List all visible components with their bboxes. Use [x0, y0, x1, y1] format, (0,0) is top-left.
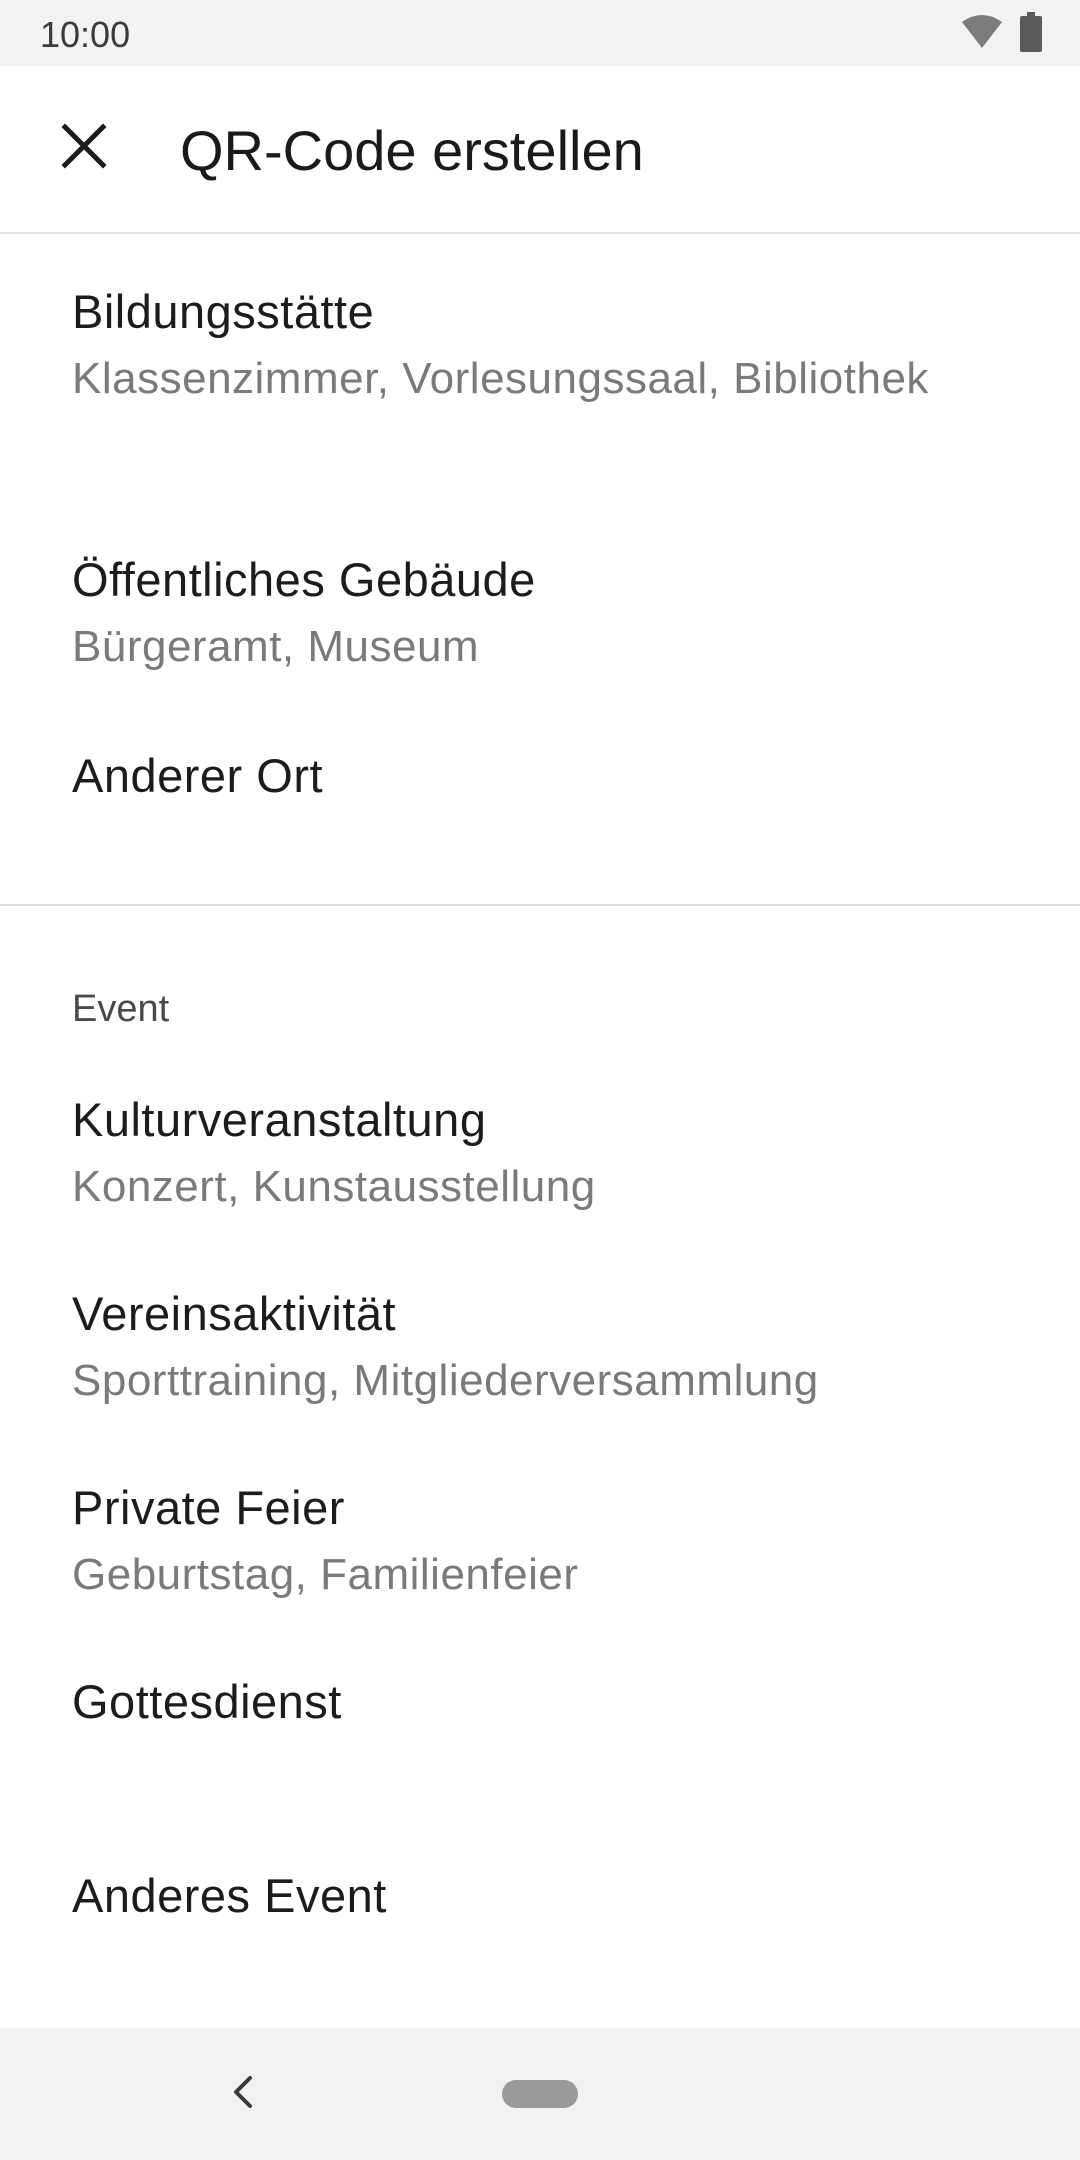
list-item-title: Bildungsstätte [72, 285, 375, 338]
list-item-subtitle: Geburtstag, Familienfeier [72, 1550, 579, 1599]
list-item-gottesdienst[interactable]: Gottesdienst [72, 1670, 1032, 1734]
list-item-title: Anderes Event [72, 1869, 387, 1922]
status-time: 10:00 [40, 14, 131, 55]
list-item-kulturveranstaltung[interactable]: Kulturveranstaltung Konzert, Kunstausste… [72, 1088, 1032, 1222]
section-label-event: Event [72, 988, 170, 1030]
home-pill-icon[interactable] [502, 2080, 578, 2108]
list-item-subtitle: Sporttraining, Mitgliederversammlung [72, 1356, 819, 1405]
list-item-title: Anderer Ort [72, 749, 324, 802]
wifi-icon [960, 14, 1004, 55]
page-title: QR-Code erstellen [180, 119, 644, 182]
list-item-private-feier[interactable]: Private Feier Geburtstag, Familienfeier [72, 1476, 1032, 1610]
back-icon [230, 2074, 254, 2115]
battery-icon [1020, 11, 1042, 57]
app-bar: QR-Code erstellen [0, 66, 1080, 234]
list-item-anderer-ort[interactable]: Anderer Ort [72, 744, 1032, 808]
list-item-title: Gottesdienst [72, 1675, 342, 1728]
list-item-subtitle: Konzert, Kunstausstellung [72, 1162, 596, 1211]
close-button[interactable] [42, 106, 126, 190]
close-icon [61, 122, 107, 174]
list-item-title: Kulturveranstaltung [72, 1093, 487, 1146]
list-item-subtitle: Bürgeramt, Museum [72, 622, 480, 671]
navigation-bar [0, 2028, 1080, 2160]
list-item-oeffentliches-gebaeude[interactable]: Öffentliches Gebäude Bürgeramt, Museum [72, 548, 1032, 682]
status-icons [960, 11, 1042, 57]
back-button[interactable] [220, 2072, 264, 2116]
list-item-title: Öffentliches Gebäude [72, 553, 536, 606]
list-item-anderes-event[interactable]: Anderes Event [72, 1864, 1032, 1928]
list-item-bildungsstaette[interactable]: Bildungsstätte Klassenzimmer, Vorlesungs… [72, 280, 1032, 414]
list-item-vereinsaktivitaet[interactable]: Vereinsaktivität Sporttraining, Mitglied… [72, 1282, 1032, 1416]
list-item-title: Private Feier [72, 1481, 345, 1534]
section-divider [0, 904, 1080, 906]
status-bar: 10:00 [0, 0, 1080, 66]
list-item-subtitle: Klassenzimmer, Vorlesungssaal, Bibliothe… [72, 354, 929, 403]
list-item-title: Vereinsaktivität [72, 1287, 397, 1340]
